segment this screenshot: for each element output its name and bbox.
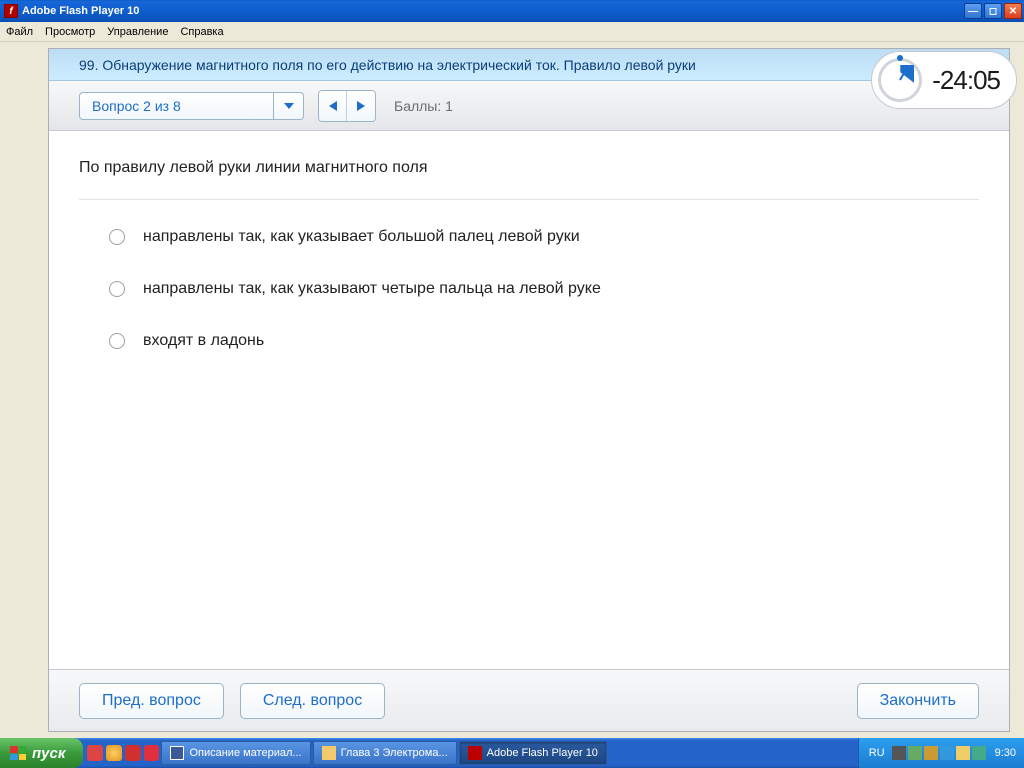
dropdown-button[interactable] <box>274 92 304 120</box>
quick-launch-icon[interactable] <box>87 745 103 761</box>
question-text: По правилу левой руки линии магнитного п… <box>79 159 979 177</box>
timer-text: -24:05 <box>932 65 1000 96</box>
quick-launch-icon[interactable] <box>125 745 141 761</box>
language-indicator[interactable]: RU <box>869 747 885 759</box>
tray-icon[interactable] <box>956 746 970 760</box>
taskbar-item-folder[interactable]: Глава 3 Электрома... <box>313 741 457 765</box>
quick-launch <box>87 742 159 764</box>
window-titlebar: f Adobe Flash Player 10 — ◻ ✕ <box>0 0 1024 22</box>
minimize-button[interactable]: — <box>964 3 982 19</box>
question-selector-label: Вопрос 2 из 8 <box>79 92 274 120</box>
option-2[interactable]: направлены так, как указывают четыре пал… <box>79 280 979 298</box>
flash-icon <box>468 746 482 760</box>
divider <box>79 199 979 200</box>
window-title: Adobe Flash Player 10 <box>22 5 964 17</box>
maximize-button[interactable]: ◻ <box>984 3 1002 19</box>
radio-icon <box>109 281 125 297</box>
taskbar: пуск Описание материал... Глава 3 Электр… <box>0 738 1024 768</box>
quiz-title: 99. Обнаружение магнитного поля по его д… <box>79 57 696 73</box>
radio-icon <box>109 229 125 245</box>
task-label: Описание материал... <box>189 747 301 759</box>
menu-help[interactable]: Справка <box>180 26 223 38</box>
taskbar-item-word[interactable]: Описание материал... <box>161 741 310 765</box>
option-3[interactable]: входят в ладонь <box>79 332 979 350</box>
clock-icon <box>878 58 922 102</box>
start-button[interactable]: пуск <box>0 738 83 768</box>
menu-view[interactable]: Просмотр <box>45 26 95 38</box>
task-label: Глава 3 Электрома... <box>341 747 448 759</box>
radio-icon <box>109 333 125 349</box>
folder-icon <box>322 746 336 760</box>
menu-control[interactable]: Управление <box>107 26 168 38</box>
tray-icon[interactable] <box>908 746 922 760</box>
option-text: направлены так, как указывает большой па… <box>143 228 580 246</box>
triangle-right-icon <box>357 101 365 111</box>
option-text: направлены так, как указывают четыре пал… <box>143 280 601 298</box>
next-question-button[interactable]: След. вопрос <box>240 683 385 719</box>
menu-file[interactable]: Файл <box>6 26 33 38</box>
footer-bar: Пред. вопрос След. вопрос Закончить <box>49 669 1009 731</box>
close-button[interactable]: ✕ <box>1004 3 1022 19</box>
tray-icon[interactable] <box>924 746 938 760</box>
system-tray: RU 9:30 <box>858 738 1024 768</box>
tray-icon[interactable] <box>940 746 954 760</box>
quiz-header: 99. Обнаружение магнитного поля по его д… <box>49 49 1009 81</box>
prev-arrow-button[interactable] <box>319 91 347 121</box>
menu-bar: Файл Просмотр Управление Справка <box>0 22 1024 42</box>
windows-logo-icon <box>10 746 26 760</box>
quick-launch-icon[interactable] <box>144 745 160 761</box>
tray-icon[interactable] <box>972 746 986 760</box>
option-text: входят в ладонь <box>143 332 264 350</box>
option-1[interactable]: направлены так, как указывает большой па… <box>79 228 979 246</box>
points-label: Баллы: 1 <box>394 98 453 114</box>
taskbar-clock[interactable]: 9:30 <box>995 747 1016 759</box>
triangle-left-icon <box>329 101 337 111</box>
quick-launch-icon[interactable] <box>106 745 122 761</box>
timer: -24:05 <box>871 51 1017 109</box>
taskbar-item-flash[interactable]: Adobe Flash Player 10 <box>459 741 607 765</box>
start-label: пуск <box>32 745 65 762</box>
controls-bar: Вопрос 2 из 8 Баллы: 1 -24:05 <box>49 81 1009 131</box>
task-label: Adobe Flash Player 10 <box>487 747 598 759</box>
flash-icon: f <box>4 4 18 18</box>
tray-icon[interactable] <box>892 746 906 760</box>
nav-buttons <box>318 90 376 122</box>
next-arrow-button[interactable] <box>347 91 375 121</box>
word-icon <box>170 746 184 760</box>
prev-question-button[interactable]: Пред. вопрос <box>79 683 224 719</box>
quiz-app: 99. Обнаружение магнитного поля по его д… <box>48 48 1010 732</box>
chevron-down-icon <box>284 103 294 109</box>
question-area: По правилу левой руки линии магнитного п… <box>49 131 1009 412</box>
finish-button[interactable]: Закончить <box>857 683 979 719</box>
question-selector[interactable]: Вопрос 2 из 8 <box>79 92 304 120</box>
